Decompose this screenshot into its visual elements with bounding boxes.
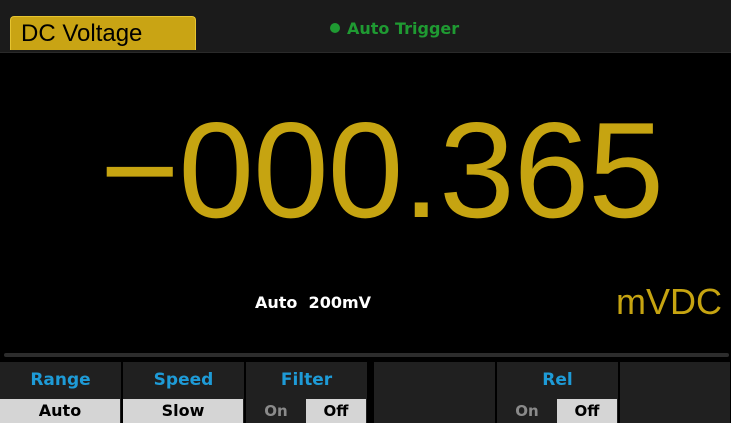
trigger-indicator-icon <box>330 23 340 33</box>
softkey-title: Rel <box>542 370 573 390</box>
rel-toggle[interactable]: On Off <box>497 399 617 423</box>
softkey-filter[interactable]: Filter On Off <box>246 362 368 423</box>
multimeter-screen: DC Voltage Auto Trigger −000.365 Auto 20… <box>0 0 731 423</box>
softkey-empty-4[interactable] <box>374 362 496 423</box>
softkey-title: Range <box>30 370 91 390</box>
measurement-mode-tab: DC Voltage <box>10 16 196 50</box>
softkey-value: Auto <box>0 399 120 423</box>
status-bar: DC Voltage Auto Trigger <box>0 0 731 52</box>
softkey-value: Slow <box>123 399 243 423</box>
filter-on-option[interactable]: On <box>246 399 306 423</box>
softkey-rel[interactable]: Rel On Off <box>497 362 619 423</box>
filter-off-option[interactable]: Off <box>306 399 366 423</box>
softkey-empty-6[interactable] <box>620 362 731 423</box>
softkey-speed[interactable]: Speed Slow <box>123 362 245 423</box>
softkey-bar: Range Auto Speed Slow Filter On Off Rel … <box>0 362 731 423</box>
softkey-range[interactable]: Range Auto <box>0 362 122 423</box>
range-indicator: Auto 200mV <box>255 293 372 312</box>
main-reading: −000.365 <box>100 94 664 246</box>
rel-on-option[interactable]: On <box>497 399 557 423</box>
rel-off-option[interactable]: Off <box>557 399 617 423</box>
softkey-title: Filter <box>280 370 333 390</box>
trigger-label: Auto Trigger <box>347 18 460 38</box>
unit-label: mVDC <box>616 281 722 322</box>
filter-toggle[interactable]: On Off <box>246 399 366 423</box>
trigger-status: Auto Trigger <box>330 18 459 38</box>
panel-divider <box>4 353 729 357</box>
softkey-title: Speed <box>153 370 214 390</box>
